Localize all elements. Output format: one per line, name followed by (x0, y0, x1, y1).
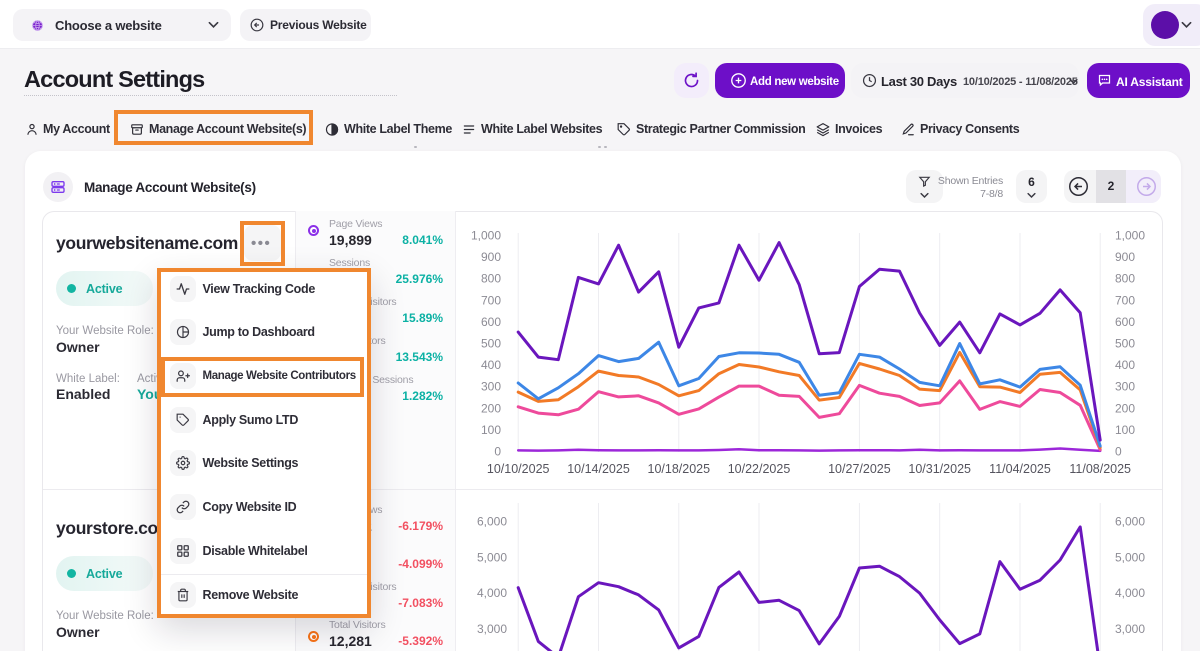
svg-text:500: 500 (481, 337, 501, 351)
svg-text:3,000: 3,000 (1115, 622, 1145, 636)
svg-text:500: 500 (1115, 337, 1135, 351)
svg-text:10/14/2025: 10/14/2025 (567, 462, 630, 476)
svg-text:700: 700 (481, 293, 501, 307)
svg-text:0: 0 (1115, 445, 1122, 459)
svg-text:6,000: 6,000 (1115, 515, 1145, 529)
svg-text:700: 700 (1115, 293, 1135, 307)
svg-text:4,000: 4,000 (1115, 586, 1145, 600)
svg-text:100: 100 (481, 423, 501, 437)
svg-text:400: 400 (481, 358, 501, 372)
svg-text:10/18/2025: 10/18/2025 (648, 462, 711, 476)
svg-text:5,000: 5,000 (1115, 550, 1145, 564)
svg-text:200: 200 (1115, 401, 1135, 415)
svg-text:1,000: 1,000 (471, 229, 501, 243)
svg-text:900: 900 (1115, 250, 1135, 264)
svg-text:3,000: 3,000 (477, 622, 507, 636)
svg-text:900: 900 (481, 250, 501, 264)
svg-text:0: 0 (494, 445, 501, 459)
svg-text:300: 300 (481, 380, 501, 394)
svg-text:200: 200 (481, 401, 501, 415)
svg-text:10/22/2025: 10/22/2025 (728, 462, 791, 476)
svg-text:11/08/2025: 11/08/2025 (1069, 462, 1131, 476)
svg-text:800: 800 (481, 272, 501, 286)
svg-text:300: 300 (1115, 380, 1135, 394)
svg-text:10/27/2025: 10/27/2025 (828, 462, 891, 476)
svg-text:10/10/2025: 10/10/2025 (487, 462, 550, 476)
svg-text:1,000: 1,000 (1115, 229, 1145, 243)
svg-text:100: 100 (1115, 423, 1135, 437)
svg-text:600: 600 (1115, 315, 1135, 329)
svg-text:5,000: 5,000 (477, 550, 507, 564)
svg-text:400: 400 (1115, 358, 1135, 372)
svg-text:10/31/2025: 10/31/2025 (908, 462, 971, 476)
svg-text:600: 600 (481, 315, 501, 329)
svg-text:6,000: 6,000 (477, 515, 507, 529)
svg-text:800: 800 (1115, 272, 1135, 286)
svg-text:11/04/2025: 11/04/2025 (989, 462, 1051, 476)
svg-text:4,000: 4,000 (477, 586, 507, 600)
